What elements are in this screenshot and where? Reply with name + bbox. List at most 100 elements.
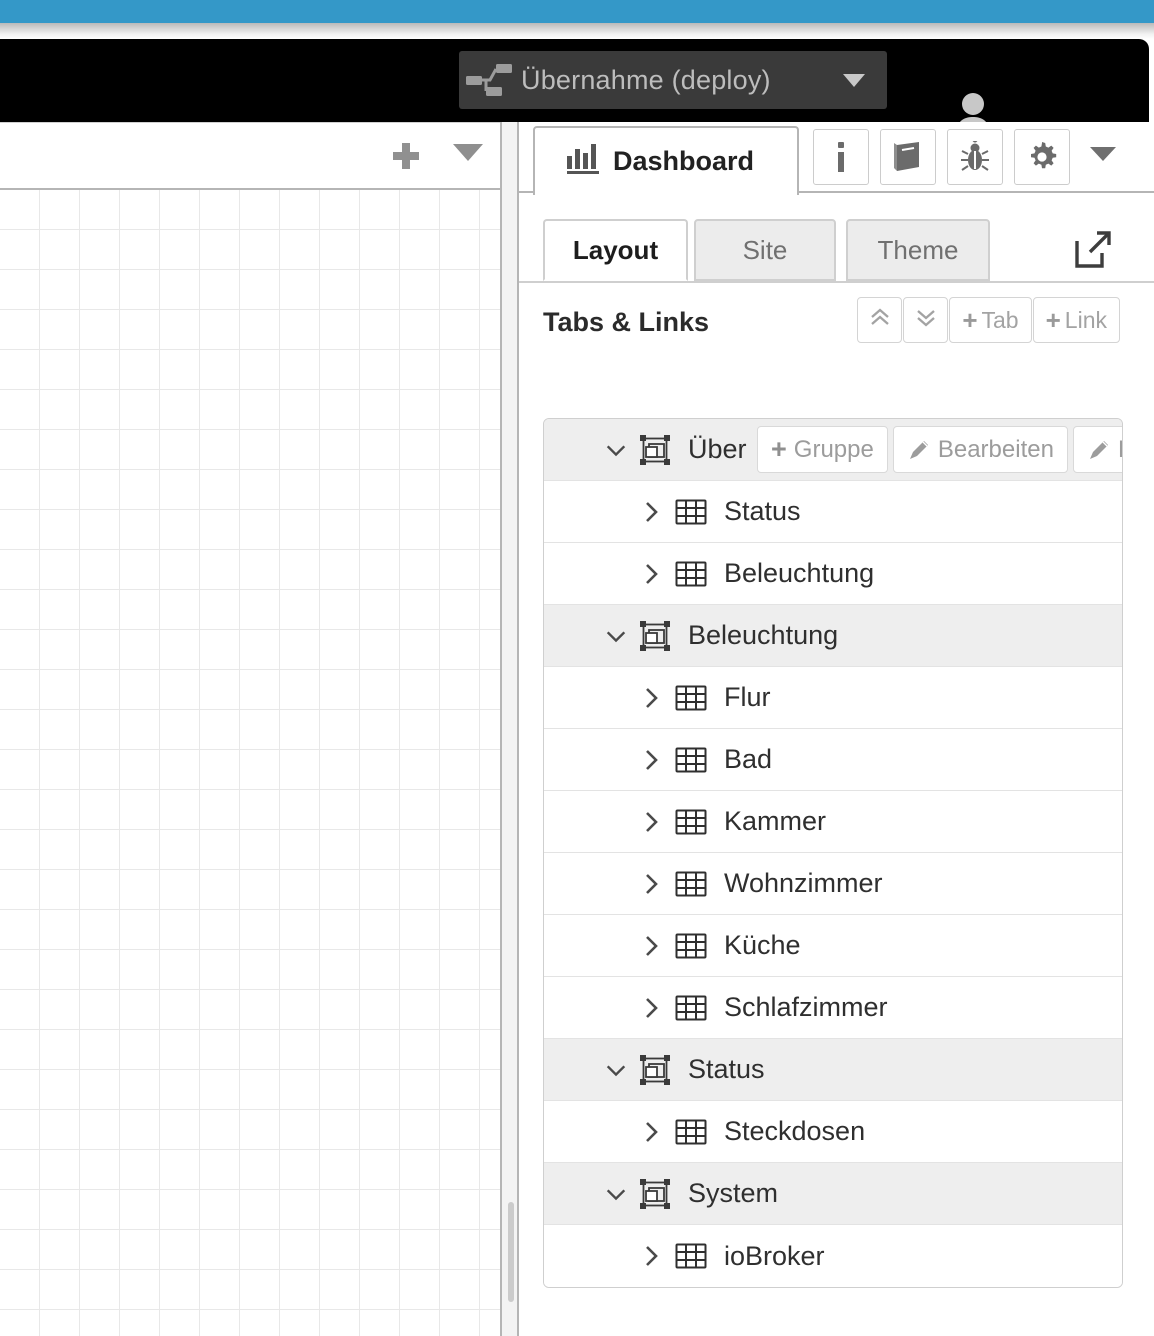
chevron-right-icon[interactable] (640, 561, 664, 587)
tree-row-label: ioBroker (724, 1240, 825, 1271)
flow-editor-pane (0, 122, 500, 1336)
sidebar-tab-label: Dashboard (613, 146, 755, 176)
tree-group-row[interactable]: Wohnzimmer (544, 853, 1122, 915)
window-chrome-gradient (0, 23, 1154, 39)
book-icon (894, 142, 919, 171)
sidebar-tab-dashboard[interactable]: Dashboard (533, 126, 799, 195)
deploy-label: Übernahme (deploy) (521, 64, 771, 95)
add-link-button[interactable]: + Link (1032, 297, 1120, 343)
chevron-down-icon[interactable] (604, 626, 628, 646)
tree-group-row[interactable]: Beleuchtung (544, 543, 1122, 605)
info-icon (838, 142, 844, 172)
plus-icon: + (771, 434, 787, 464)
tree-row-label: Kammer (724, 806, 827, 836)
tree-row-label: Schlafzimmer (724, 992, 888, 1022)
chevron-right-icon[interactable] (640, 995, 664, 1021)
sidebar-tab-bar: Dashboard (519, 122, 1154, 195)
chevron-right-icon[interactable] (640, 747, 664, 773)
caret-down-icon (1090, 147, 1116, 167)
tab-theme[interactable]: Theme (846, 219, 990, 281)
layout-tab-button[interactable]: Layout (1072, 426, 1122, 473)
chevron-right-icon[interactable] (640, 499, 664, 525)
external-link-icon (1075, 231, 1111, 268)
add-flow-button[interactable] (376, 131, 436, 181)
add-group-button[interactable]: + Gruppe (757, 426, 888, 473)
tab-frame-icon (638, 1178, 672, 1210)
tree-group-row[interactable]: Status (544, 481, 1122, 543)
chevron-down-icon[interactable] (604, 1184, 628, 1204)
expand-all-button[interactable] (903, 297, 949, 343)
tab-frame-icon (638, 1054, 672, 1086)
tab-theme-label: Theme (877, 234, 959, 265)
tree-row-label: System (688, 1178, 779, 1208)
plus-icon: + (962, 304, 978, 335)
sidebar-panel: Dashboard Layout Site Theme Tabs & Links… (519, 122, 1154, 1336)
chevron-right-icon[interactable] (640, 1119, 664, 1145)
chevron-right-icon[interactable] (640, 809, 664, 835)
bug-icon (961, 141, 989, 171)
splitter-drag-handle[interactable] (508, 1202, 514, 1302)
tree-group-row[interactable]: Flur (544, 667, 1122, 729)
plus-icon (393, 142, 419, 169)
chevron-right-icon[interactable] (640, 933, 664, 959)
group-grid-icon (674, 684, 708, 712)
tree-group-row[interactable]: Kammer (544, 791, 1122, 853)
tree-tab-row[interactable]: System (544, 1163, 1122, 1225)
add-group-button-label: Gruppe (793, 435, 874, 463)
tree-group-row[interactable]: ioBroker (544, 1225, 1122, 1287)
flow-canvas[interactable] (0, 190, 500, 1336)
flow-tab-toolbar (0, 122, 500, 190)
group-grid-icon (674, 498, 708, 526)
config-button[interactable] (1014, 129, 1070, 185)
tree-row-label: Bad (724, 744, 773, 774)
info-button[interactable] (813, 129, 869, 185)
tree-group-row[interactable]: Schlafzimmer (544, 977, 1122, 1039)
tab-site[interactable]: Site (694, 219, 836, 281)
bar-chart-icon (567, 144, 601, 179)
tab-layout[interactable]: Layout (543, 219, 688, 281)
group-grid-icon (674, 1242, 708, 1270)
sidebar-more-menu-button[interactable] (1081, 135, 1125, 179)
tree-group-row[interactable]: Küche (544, 915, 1122, 977)
chevron-right-icon[interactable] (640, 685, 664, 711)
tab-frame-icon (638, 434, 672, 466)
tree-row-label: Wohnzimmer (724, 868, 883, 898)
chevron-right-icon[interactable] (640, 871, 664, 897)
tabs-links-title: Tabs & Links (543, 307, 710, 337)
edit-tab-button[interactable]: Bearbeiten (892, 426, 1068, 473)
tab-site-label: Site (742, 234, 788, 265)
layout-tab-button-label: Layout (1118, 436, 1122, 464)
deploy-nodes-icon (459, 63, 521, 97)
tree-row-label: Beleuchtung (724, 558, 875, 588)
tree-tab-row[interactable]: Über +Gruppe Bearbeiten Layout (544, 419, 1122, 481)
help-book-button[interactable] (880, 129, 936, 185)
deploy-button[interactable]: Übernahme (deploy) (459, 51, 887, 109)
tree-group-row[interactable]: Steckdosen (544, 1101, 1122, 1163)
group-grid-icon (674, 1118, 708, 1146)
browser-accent-bar (0, 0, 1154, 23)
tree-tab-row[interactable]: Beleuchtung (544, 605, 1122, 667)
dashboard-subtabs: Layout Site Theme (519, 219, 1154, 283)
tree-row-label: Küche (724, 930, 801, 960)
double-chevron-up-icon (869, 306, 891, 334)
tree-row-label: Steckdosen (724, 1116, 866, 1146)
edit-tab-button-label: Bearbeiten (937, 435, 1054, 463)
tree-row-label: Flur (724, 682, 771, 712)
chevron-down-icon[interactable] (604, 440, 628, 460)
tree-group-row[interactable]: Bad (544, 729, 1122, 791)
open-dashboard-button[interactable] (1068, 225, 1118, 275)
debug-button[interactable] (947, 129, 1003, 185)
chevron-right-icon[interactable] (640, 1243, 664, 1269)
tabs-links-toolbar: + Tab + Link (857, 297, 1120, 343)
deploy-caret-down-icon[interactable] (821, 73, 887, 87)
chevron-down-icon[interactable] (604, 1060, 628, 1080)
plus-icon: + (1045, 304, 1061, 335)
group-grid-icon (674, 994, 708, 1022)
collapse-all-button[interactable] (857, 297, 903, 343)
caret-down-icon (453, 144, 483, 167)
add-tab-button[interactable]: + Tab (949, 297, 1032, 343)
tree-tab-row[interactable]: Status (544, 1039, 1122, 1101)
pencil-icon (907, 438, 931, 462)
flow-list-menu-button[interactable] (436, 131, 500, 181)
pane-splitter[interactable] (500, 122, 519, 1336)
